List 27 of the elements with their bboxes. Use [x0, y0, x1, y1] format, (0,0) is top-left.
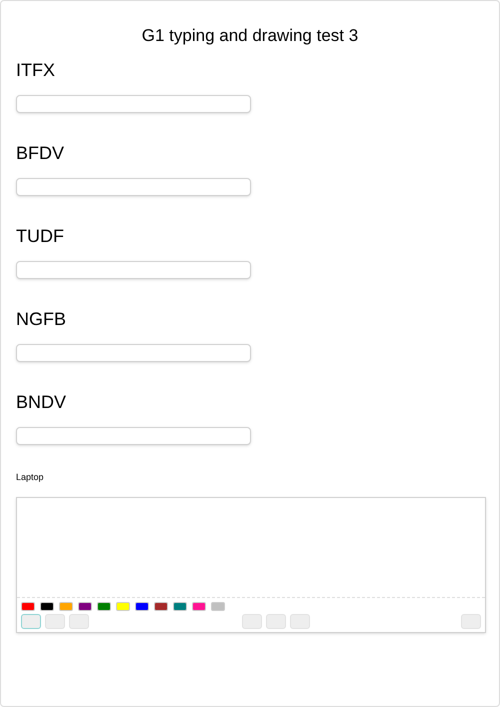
answer-field[interactable]: [16, 344, 251, 362]
color-swatch[interactable]: [116, 602, 130, 611]
question-label: BFDV: [16, 142, 66, 164]
page-title: G1 typing and drawing test 3: [140, 25, 360, 47]
color-swatch[interactable]: [135, 602, 149, 611]
tool-button[interactable]: [290, 614, 310, 629]
color-swatch[interactable]: [97, 602, 111, 611]
question-label: NGFB: [16, 308, 68, 330]
color-swatch[interactable]: [59, 602, 73, 611]
answer-field[interactable]: [16, 260, 251, 278]
color-swatch[interactable]: [211, 602, 225, 611]
answer-field[interactable]: [16, 94, 251, 112]
tool-button[interactable]: [242, 614, 262, 629]
question-label: ITFX: [16, 58, 56, 80]
question-label: TUDF: [16, 224, 65, 246]
answer-field[interactable]: [16, 178, 251, 196]
drawing-label: Laptop: [16, 470, 45, 484]
question-label: BNDV: [16, 390, 68, 412]
answer-field[interactable]: [16, 426, 251, 444]
color-swatch[interactable]: [21, 602, 35, 611]
color-swatch[interactable]: [173, 602, 187, 611]
color-swatch[interactable]: [192, 602, 206, 611]
color-swatch[interactable]: [40, 602, 54, 611]
color-swatch[interactable]: [78, 602, 92, 611]
tool-button[interactable]: [461, 614, 481, 629]
color-swatch[interactable]: [154, 602, 168, 611]
tool-button[interactable]: [266, 614, 286, 629]
